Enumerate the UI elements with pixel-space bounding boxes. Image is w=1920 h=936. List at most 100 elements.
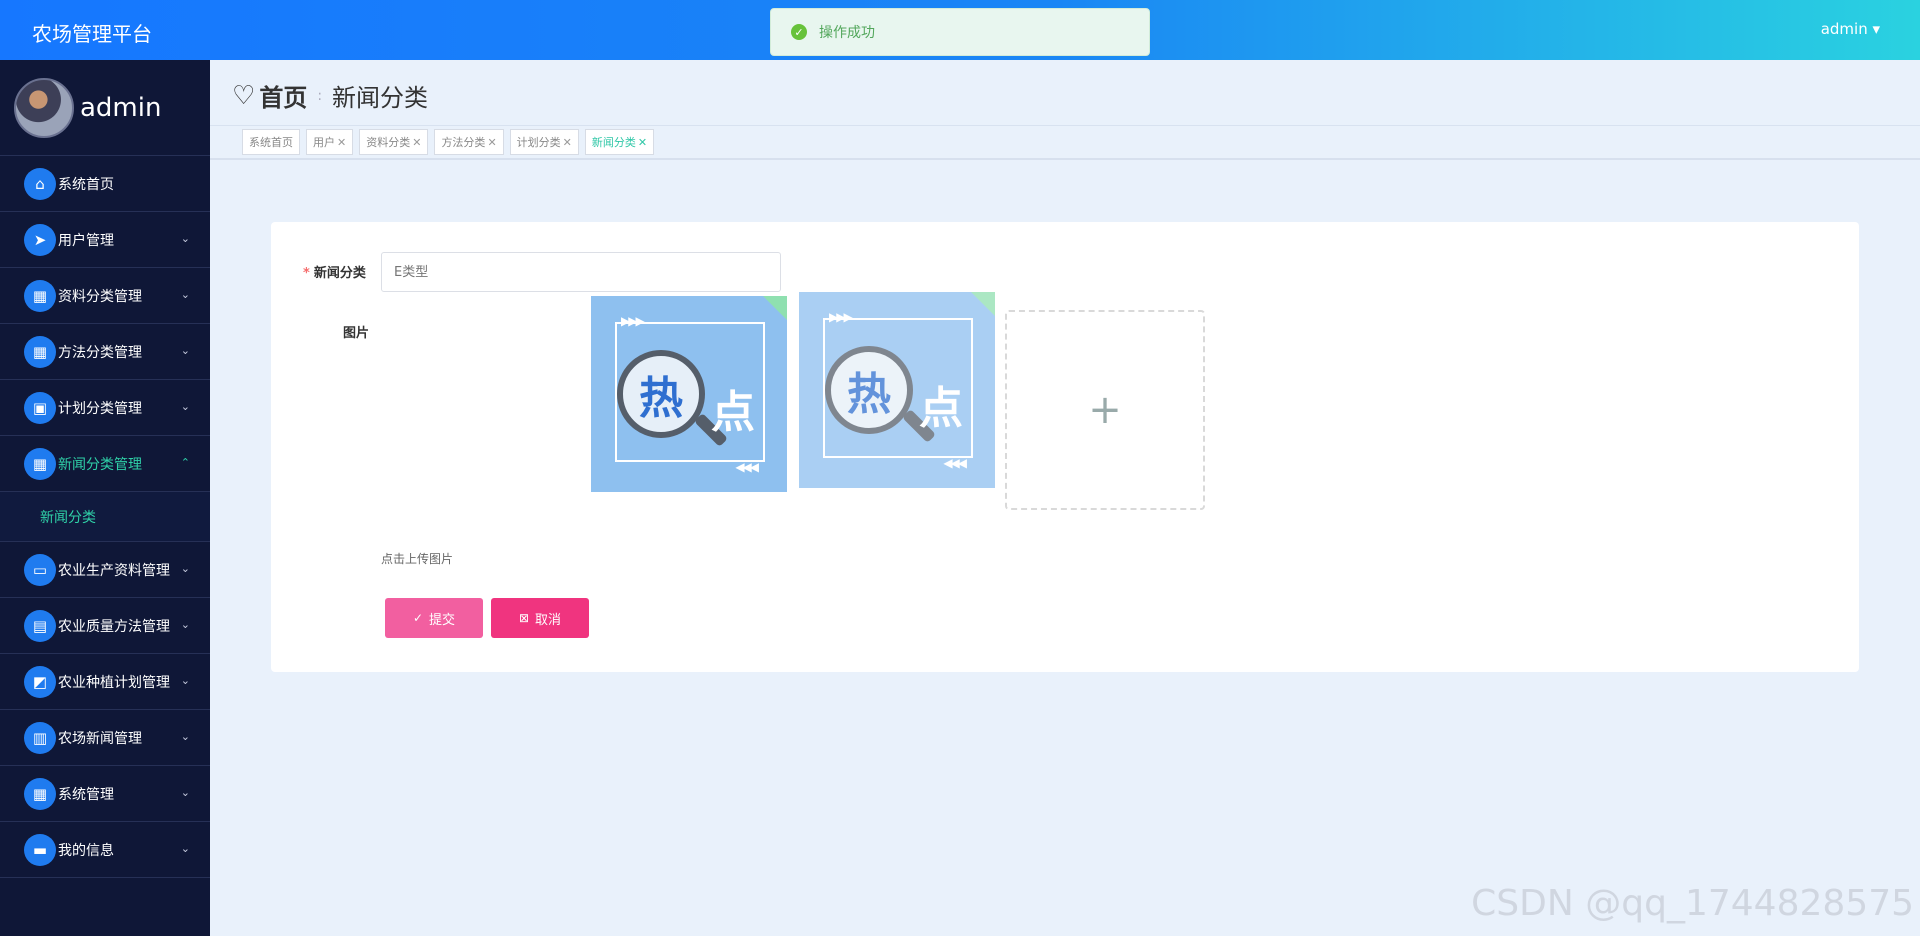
sidebar-item-label: 农业生产资料管理	[58, 562, 170, 579]
grid-icon: ▦	[24, 335, 56, 368]
sidebar-item-home[interactable]: ⌂ 系统首页	[0, 156, 210, 212]
tab-plan[interactable]: 计划分类 ✕	[509, 129, 579, 155]
grid-icon: ▦	[24, 777, 56, 810]
tab-label: 新闻分类	[591, 136, 636, 149]
sidebar-item-label: 方法分类管理	[58, 344, 142, 361]
sidebar-item-label: 农场新闻管理	[58, 730, 142, 747]
breadcrumb-current: 新闻分类	[332, 84, 429, 112]
sidebar-item-label: 农业种植计划管理	[58, 674, 170, 691]
tab-method[interactable]: 方法分类 ✕	[434, 129, 504, 155]
grid-icon: ▦	[24, 447, 56, 480]
form-card: *新闻分类 图片 ▶▶▶ ◀◀◀ 热 点 ▶▶▶ ◀◀◀ 热 点 + 点击上传图…	[271, 222, 1859, 672]
sidebar-item-material-category[interactable]: ▦ 资料分类管理 ⌄	[0, 268, 210, 324]
sidebar-item-news-category[interactable]: ▦ 新闻分类管理 ⌃	[0, 436, 210, 492]
chevron-up-icon: ⌃	[180, 456, 190, 469]
submenu-item-news-category[interactable]: 新闻分类	[0, 492, 210, 542]
close-icon[interactable]: ✕	[337, 136, 346, 149]
submit-button[interactable]: ✓ 提交	[385, 598, 483, 638]
check-icon: ✓	[412, 611, 424, 625]
sidebar-item-planting-plan[interactable]: ◩ 农业种植计划管理 ⌄	[0, 654, 210, 710]
close-icon[interactable]: ✕	[563, 136, 572, 149]
magnifier-icon: 热	[825, 346, 913, 434]
plus-icon: +	[1088, 387, 1122, 433]
breadcrumb-separator: :	[317, 87, 323, 104]
heart-icon: ♡	[232, 80, 256, 111]
upload-hint: 点击上传图片	[381, 552, 454, 566]
arrows-decor: ▶▶▶	[621, 314, 645, 328]
sidebar-item-farm-news[interactable]: ▥ 农场新闻管理 ⌄	[0, 710, 210, 766]
arrows-decor: ▶▶▶	[829, 310, 853, 324]
arrows-decor: ◀◀◀	[943, 456, 967, 470]
news-category-input[interactable]	[381, 252, 781, 292]
send-icon: ➤	[24, 223, 56, 256]
chevron-down-icon: ⌄	[180, 232, 190, 245]
image-label: 图片	[343, 326, 370, 341]
book-icon: ▥	[24, 721, 56, 754]
sidebar-item-label: 系统首页	[58, 176, 114, 193]
news-category-label: * 新闻分类	[303, 262, 366, 281]
sidebar-item-production-material[interactable]: ▭ 农业生产资料管理 ⌄	[0, 542, 210, 598]
tab-label: 资料分类	[366, 136, 411, 149]
avatar	[14, 77, 74, 138]
card-icon: ▬	[24, 833, 56, 866]
sidebar-item-label: 系统管理	[58, 786, 114, 803]
sidebar-item-user-management[interactable]: ➤ 用户管理 ⌄	[0, 212, 210, 268]
chevron-down-icon: ⌄	[180, 344, 190, 357]
chevron-down-icon: ⌄	[180, 400, 190, 413]
tab-news[interactable]: 新闻分类 ✕	[584, 129, 655, 155]
chevron-down-icon: ⌄	[180, 288, 190, 301]
sidebar-item-label: 农业质量方法管理	[58, 618, 170, 635]
sidebar-item-my-info[interactable]: ▬ 我的信息 ⌄	[0, 822, 210, 878]
required-mark: *	[303, 266, 310, 281]
upload-button[interactable]: +	[1005, 310, 1205, 510]
page-header: ♡ 首页 : 新闻分类	[210, 60, 1920, 126]
tab-user[interactable]: 用户 ✕	[306, 129, 354, 155]
sidebar-item-quality-method[interactable]: ▤ 农业质量方法管理 ⌄	[0, 598, 210, 654]
success-toast: ✓ 操作成功	[770, 8, 1150, 56]
clipboard-icon: ▤	[24, 609, 56, 642]
chevron-down-icon: ⌄	[180, 786, 190, 799]
tab-material[interactable]: 资料分类 ✕	[359, 129, 429, 155]
app-title: 农场管理平台	[32, 22, 152, 46]
image-text: 点	[711, 387, 755, 438]
sidebar-item-label: 计划分类管理	[58, 400, 142, 417]
close-icon[interactable]: ✕	[487, 136, 496, 149]
close-box-icon: ⊠	[518, 611, 530, 625]
close-icon[interactable]: ✕	[412, 136, 421, 149]
monitor-icon: ▭	[24, 553, 56, 586]
tab-label: 用户	[313, 136, 335, 149]
sidebar-item-method-category[interactable]: ▦ 方法分类管理 ⌄	[0, 324, 210, 380]
profile-name: admin	[80, 92, 162, 123]
cancel-button[interactable]: ⊠ 取消	[491, 598, 589, 638]
sidebar: admin ⌂ 系统首页 ➤ 用户管理 ⌄ ▦ 资料分类管理 ⌄ ▦ 方法分类管…	[0, 60, 210, 936]
breadcrumb-home[interactable]: 首页	[259, 78, 307, 113]
chevron-down-icon: ⌄	[180, 674, 190, 687]
tab-home[interactable]: 系统首页	[242, 129, 300, 155]
close-icon[interactable]: ✕	[638, 136, 647, 149]
tab-label: 计划分类	[516, 136, 561, 149]
watermark: CSDN @qq_1744828575	[1471, 883, 1914, 924]
chevron-down-icon: ⌄	[180, 842, 190, 855]
sidebar-item-system[interactable]: ▦ 系统管理 ⌄	[0, 766, 210, 822]
sidebar-item-plan-category[interactable]: ▣ 计划分类管理 ⌄	[0, 380, 210, 436]
field-label-text: 新闻分类	[313, 266, 366, 281]
chevron-down-icon: ⌄	[180, 730, 190, 743]
sidebar-item-label: 资料分类管理	[58, 288, 142, 305]
profile: admin	[0, 60, 210, 156]
sidebar-item-label: 新闻分类管理	[58, 456, 142, 473]
cancel-label: 取消	[535, 611, 562, 627]
magnifier-icon: 热	[617, 350, 705, 438]
check-circle-icon: ✓	[791, 24, 807, 40]
uploaded-image-1[interactable]: ▶▶▶ ◀◀◀ 热 点	[591, 296, 787, 492]
image-text: 点	[919, 383, 963, 434]
chevron-down-icon: ⌄	[180, 562, 190, 575]
chevron-down-icon: ⌄	[180, 618, 190, 631]
uploaded-image-2[interactable]: ▶▶▶ ◀◀◀ 热 点	[799, 292, 995, 488]
grid-icon: ▦	[24, 279, 56, 312]
sidebar-item-label: 我的信息	[58, 842, 114, 859]
corner-badge	[971, 292, 995, 316]
tab-label: 系统首页	[249, 136, 293, 149]
arrows-decor: ◀◀◀	[735, 460, 759, 474]
user-menu[interactable]: admin ▾	[1821, 20, 1880, 38]
chart-icon: ◩	[24, 665, 56, 698]
